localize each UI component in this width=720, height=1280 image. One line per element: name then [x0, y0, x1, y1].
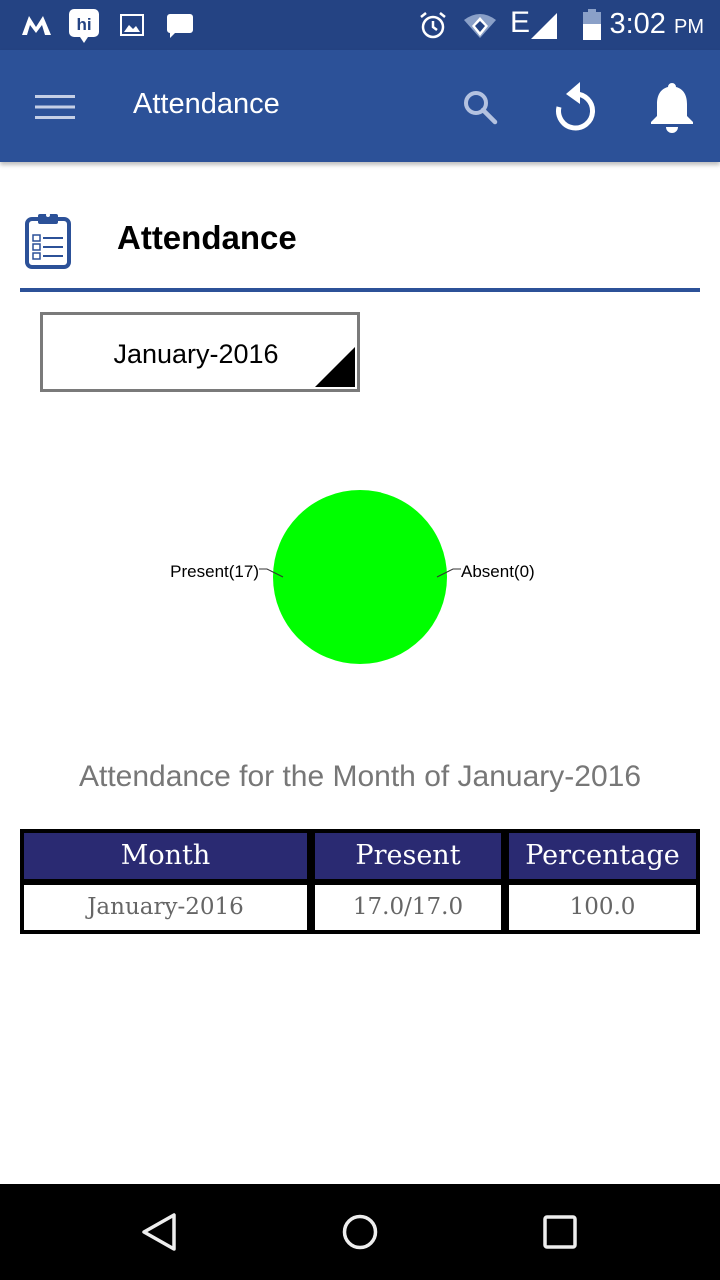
network-type-label: E: [510, 6, 531, 39]
pie-label-absent: Absent(0): [461, 562, 535, 581]
image-icon: [120, 14, 144, 36]
home-icon[interactable]: [340, 1212, 380, 1252]
wifi-icon: [464, 14, 496, 38]
pie-label-present: Present(17): [170, 562, 259, 581]
status-bar: hi E 3:02 PM: [0, 0, 720, 50]
navigation-bar: [0, 1184, 720, 1280]
battery-icon: [583, 9, 601, 40]
signal-icon: [531, 13, 557, 39]
table-header-present: Present: [315, 833, 501, 879]
bell-icon[interactable]: [648, 80, 696, 134]
page-header: Attendance: [20, 205, 700, 275]
m-app-icon: [22, 16, 51, 35]
table-header-month: Month: [24, 833, 307, 879]
back-icon[interactable]: [140, 1212, 180, 1252]
hi-app-icon: hi: [69, 9, 99, 43]
attendance-table: Month Present Percentage January-2016 17…: [20, 829, 700, 934]
page-title: Attendance: [117, 219, 297, 256]
alarm-icon: [420, 12, 446, 39]
month-dropdown[interactable]: January-2016: [40, 312, 360, 392]
table-cell-month: January-2016: [24, 885, 307, 930]
attendance-pie-chart: Present(17) Absent(0): [170, 490, 535, 664]
app-bar: Attendance: [0, 50, 720, 162]
attendance-summary: Attendance for the Month of January-2016: [78, 760, 642, 793]
clock: 3:02 PM: [609, 8, 704, 41]
header-divider: [20, 288, 700, 292]
svg-text:hi: hi: [76, 15, 91, 34]
table-cell-percentage: 100.0: [509, 885, 696, 930]
app-bar-title: Attendance: [133, 88, 280, 120]
refresh-icon[interactable]: [552, 80, 600, 134]
message-icon: [167, 14, 193, 38]
month-dropdown-value: January-2016: [113, 339, 279, 369]
search-icon[interactable]: [461, 88, 499, 126]
clock-ampm: PM: [674, 16, 704, 38]
menu-icon[interactable]: [34, 94, 76, 120]
clipboard-checklist-icon: [25, 213, 71, 269]
table-header-percentage: Percentage: [509, 833, 696, 879]
pie-slice-present: [273, 490, 447, 664]
table-cell-present: 17.0/17.0: [315, 885, 501, 930]
clock-time: 3:02: [609, 8, 666, 40]
recents-icon[interactable]: [540, 1212, 580, 1252]
dropdown-arrow-icon: [315, 347, 355, 387]
